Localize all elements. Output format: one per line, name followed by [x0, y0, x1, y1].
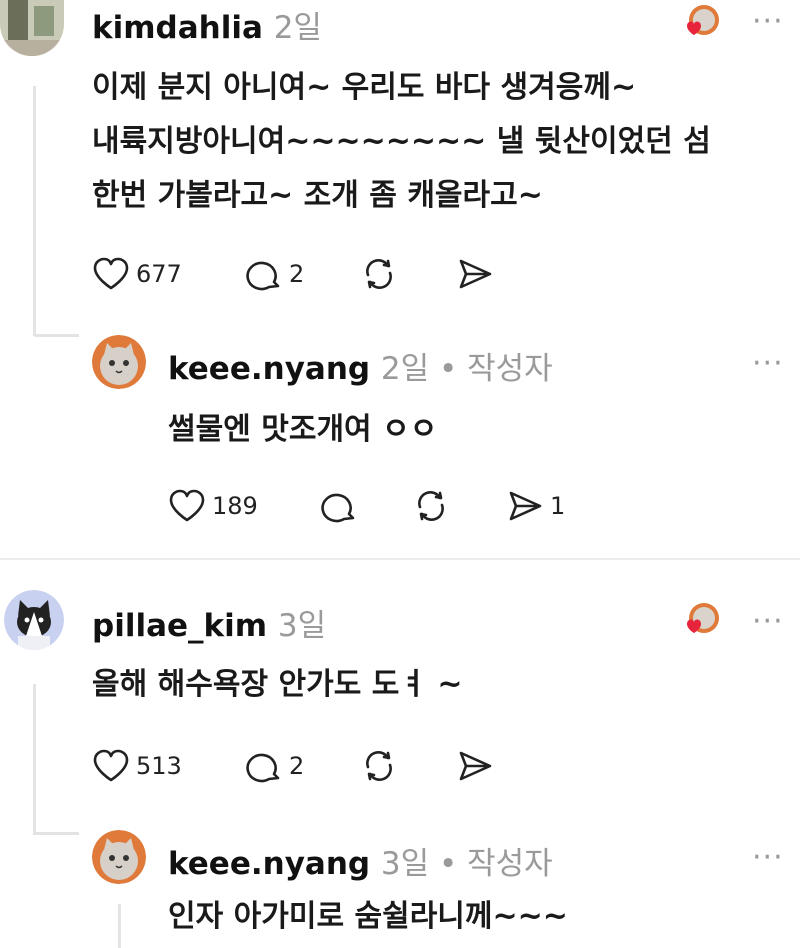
comment-username[interactable]: pillae_kim 3일 — [92, 600, 326, 645]
repost-button[interactable] — [360, 748, 398, 784]
comment-time: 2일 — [380, 351, 430, 387]
like-count: 677 — [136, 260, 182, 288]
repost-icon — [366, 751, 392, 781]
comment-icon — [246, 261, 280, 291]
reply-count: 2 — [289, 752, 305, 780]
avatar[interactable] — [4, 590, 64, 650]
comment-username[interactable]: keee.nyang 2일 • 작성자 — [168, 343, 553, 388]
send-icon — [459, 259, 492, 289]
comment-icon — [246, 753, 280, 783]
comment-text-line: 올해 해수욕장 안가도 도ㅕ ~ — [92, 667, 463, 702]
like-count: 189 — [212, 492, 258, 520]
comment-username[interactable]: keee.nyang 3일 • 작성자 — [168, 838, 553, 883]
like-count: 513 — [136, 752, 182, 780]
comment-divider — [0, 558, 800, 560]
thread-line — [33, 334, 79, 337]
comment-time: 3일 — [277, 608, 327, 644]
author-tag: • 작성자 — [429, 846, 553, 882]
reply-button[interactable]: 2 — [245, 748, 304, 784]
repost-icon — [366, 259, 392, 289]
author-liked-badge — [680, 600, 720, 640]
like-button[interactable]: 513 — [92, 748, 182, 784]
comment-icon — [321, 493, 355, 523]
thread-line — [33, 832, 79, 835]
repost-button[interactable] — [360, 256, 398, 292]
repost-button[interactable] — [412, 488, 450, 524]
comment-text-line: 인자 아가미로 숨쉴라니께~~~ — [168, 899, 568, 934]
like-button[interactable]: 677 — [92, 256, 182, 292]
author-tag: • 작성자 — [429, 351, 553, 387]
more-options-button[interactable]: ··· — [752, 604, 784, 639]
send-icon — [459, 751, 492, 781]
avatar[interactable] — [92, 335, 146, 389]
comment-text-line: 한번 가볼라고~ 조개 좀 캐올라고~ — [92, 178, 543, 213]
comment-text-line: 썰물엔 맛조개여 ㅇㅇ — [168, 412, 438, 447]
comment-username[interactable]: kimdahlia 2일 — [92, 2, 322, 47]
thread-line — [118, 904, 121, 948]
reply-button[interactable] — [320, 488, 358, 524]
send-icon — [509, 491, 542, 521]
share-button[interactable] — [456, 256, 494, 292]
comment-text-line: 내륙지방아니여~~~~~~~~ 낼 뒷산이었던 섬 — [92, 124, 711, 159]
more-options-button[interactable]: ··· — [752, 840, 784, 875]
share-button[interactable] — [456, 748, 494, 784]
reply-button[interactable]: 2 — [245, 256, 304, 292]
heart-icon — [93, 257, 129, 290]
like-button[interactable]: 189 — [168, 488, 258, 524]
share-count: 1 — [550, 492, 566, 520]
thread-line — [33, 86, 36, 336]
author-liked-badge — [680, 2, 720, 42]
comment-text-line: 이제 분지 아니여~ 우리도 바다 생겨응께~ — [92, 70, 637, 105]
heart-icon — [93, 749, 129, 782]
share-button[interactable]: 1 — [506, 488, 565, 524]
more-options-button[interactable]: ··· — [752, 4, 784, 39]
heart-icon — [169, 489, 205, 522]
avatar[interactable] — [0, 0, 64, 56]
reply-count: 2 — [289, 260, 305, 288]
more-options-button[interactable]: ··· — [752, 346, 784, 381]
comment-time: 2일 — [273, 10, 322, 46]
comment-time: 3일 — [380, 846, 430, 882]
thread-line — [33, 684, 36, 834]
repost-icon — [418, 491, 444, 521]
avatar[interactable] — [92, 830, 146, 884]
